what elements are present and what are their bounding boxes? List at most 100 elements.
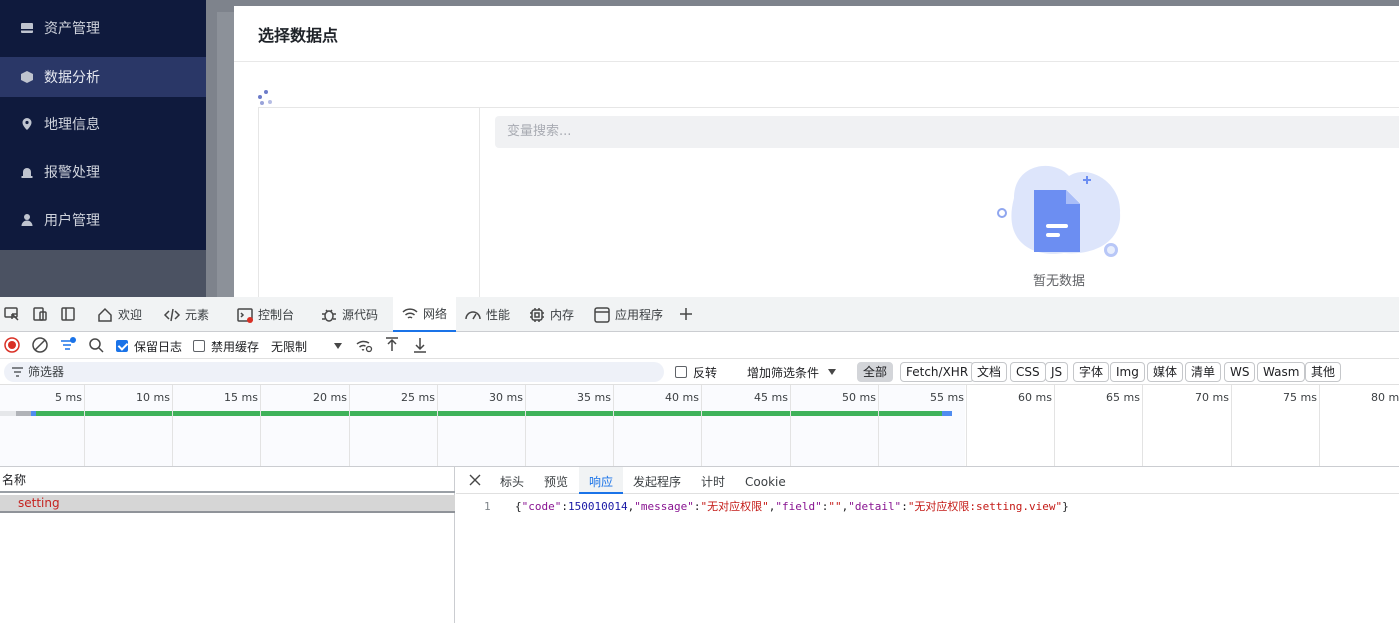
column-header-name[interactable]: 名称 — [0, 467, 455, 493]
tab-label: 控制台 — [258, 308, 295, 322]
sidebar-item-label: 地理信息 — [44, 117, 100, 133]
sidebar-item-data-analysis[interactable]: 数据分析 — [0, 57, 206, 97]
timeline-gridline — [790, 385, 791, 466]
map-pin-icon — [20, 117, 34, 131]
tab-label: 网络 — [423, 307, 448, 321]
filter-chip-media[interactable]: 媒体 — [1147, 362, 1184, 382]
sidebar-item-alarm[interactable]: 报警处理 — [0, 152, 206, 192]
filter-chip-img[interactable]: Img — [1110, 362, 1145, 382]
tab-label: 内存 — [550, 308, 575, 322]
tab-network[interactable]: 网络 — [393, 297, 456, 332]
tab-label: 元素 — [185, 308, 210, 322]
filter-chip-other[interactable]: 其他 — [1305, 362, 1342, 382]
gauge-icon — [465, 310, 481, 319]
loading-spinner-icon — [258, 90, 274, 106]
filter-chip-fetch-xhr[interactable]: Fetch/XHR — [900, 362, 975, 382]
timeline-gridline — [1142, 385, 1143, 466]
filter-chip-manifest[interactable]: 清单 — [1185, 362, 1222, 382]
timeline-tick-label: 50 ms — [842, 391, 876, 404]
tab-elements[interactable]: 元素 — [163, 297, 209, 332]
json-key: "field" — [775, 500, 822, 513]
empty-data-icon — [994, 158, 1124, 268]
preserve-log-checkbox[interactable]: 保留日志 — [116, 337, 182, 355]
clear-icon[interactable] — [31, 336, 49, 354]
timeline-gridline — [525, 385, 526, 466]
filter-settings-icon[interactable] — [59, 336, 77, 354]
filter-chip-wasm[interactable]: Wasm — [1257, 362, 1306, 382]
timeline-tick-label: 55 ms — [930, 391, 964, 404]
network-conditions-icon[interactable] — [355, 336, 373, 354]
sidebar-item-geo-info[interactable]: 地理信息 — [0, 104, 206, 144]
export-har-icon[interactable] — [411, 336, 429, 354]
timeline-tick-label: 20 ms — [313, 391, 347, 404]
response-body[interactable]: {"code":150010014,"message":"无对应权限","fie… — [515, 498, 1069, 516]
json-number: 150010014 — [568, 500, 628, 513]
filter-chip-css[interactable]: CSS — [1010, 362, 1046, 382]
timeline-gridline — [1054, 385, 1055, 466]
timeline-tick-label: 60 ms — [1018, 391, 1052, 404]
close-icon[interactable] — [468, 473, 482, 487]
tab-performance[interactable]: 性能 — [464, 297, 510, 332]
dialog-title: 选择数据点 — [258, 26, 339, 45]
filter-chip-js[interactable]: JS — [1045, 362, 1069, 382]
request-list: 名称 setting — [0, 467, 455, 623]
timeline-gridline — [260, 385, 261, 466]
timeline-gridline — [1231, 385, 1232, 466]
sidebar-item-user-management[interactable]: 用户管理 — [0, 200, 206, 240]
tab-timing[interactable]: 计时 — [691, 467, 735, 494]
app-icon — [594, 306, 610, 323]
request-row[interactable]: setting — [0, 495, 455, 513]
checkbox-unchecked[interactable] — [675, 366, 687, 378]
tab-response[interactable]: 响应 — [579, 467, 624, 494]
variable-search-input[interactable]: 变量搜索... — [495, 116, 1399, 148]
disable-cache-checkbox[interactable]: 禁用缓存 — [193, 337, 259, 355]
filter-icon — [12, 367, 23, 377]
json-string: "" — [828, 500, 842, 513]
dock-side-icon[interactable] — [59, 305, 77, 323]
sidebar-item-asset-management[interactable]: 资产管理 — [0, 8, 206, 48]
timeline-tick-label: 75 ms — [1283, 391, 1317, 404]
tab-label: 欢迎 — [118, 308, 143, 322]
timeline-gridline — [966, 385, 967, 466]
network-toolbar: 保留日志 禁用缓存 无限制 — [0, 332, 1399, 359]
tab-welcome[interactable]: 欢迎 — [96, 297, 142, 332]
import-har-icon[interactable] — [383, 336, 401, 354]
alarm-icon — [20, 165, 34, 179]
filter-chip-all[interactable]: 全部 — [857, 362, 894, 382]
checkbox-checked[interactable] — [116, 340, 128, 352]
divider — [234, 61, 1399, 62]
wifi-icon — [402, 307, 418, 319]
bug-icon — [322, 308, 336, 322]
devtools-panel: 欢迎 元素 控制台 源代码 网络 性能 内存 应用程序 保留日志 禁用缓存 无限… — [0, 297, 1399, 623]
tab-application[interactable]: 应用程序 — [593, 297, 663, 332]
filter-chip-doc[interactable]: 文档 — [971, 362, 1008, 382]
tab-preview[interactable]: 预览 — [534, 467, 578, 494]
tab-headers[interactable]: 标头 — [490, 467, 534, 494]
timeline-gridline — [878, 385, 879, 466]
inspect-element-icon[interactable] — [3, 305, 21, 323]
add-filter-dropdown[interactable]: 增加筛选条件 — [747, 363, 837, 381]
device-toolbar-icon[interactable] — [31, 305, 49, 323]
tab-label: 应用程序 — [615, 308, 664, 322]
tab-cookie[interactable]: Cookie — [735, 467, 796, 494]
tab-memory[interactable]: 内存 — [528, 297, 574, 332]
throttling-value: 无限制 — [271, 339, 308, 354]
stop-recording-icon[interactable] — [3, 336, 21, 354]
filter-chip-font[interactable]: 字体 — [1073, 362, 1110, 382]
tab-sources[interactable]: 源代码 — [320, 297, 378, 332]
tab-console[interactable]: 控制台 — [236, 297, 294, 332]
json-key: "detail" — [848, 500, 902, 513]
filter-input[interactable]: 筛选器 — [4, 362, 664, 382]
json-string: "无对应权限:setting.view" — [907, 500, 1063, 513]
throttling-select[interactable]: 无限制 — [271, 337, 351, 355]
add-tab-icon[interactable] — [677, 305, 695, 323]
network-timeline-overview[interactable]: 5 ms 10 ms 15 ms 20 ms 25 ms 30 ms 35 ms 40 ms 4… — [0, 385, 1399, 467]
chip-icon — [530, 307, 544, 322]
invert-checkbox[interactable]: 反转 — [675, 363, 717, 381]
tab-initiator[interactable]: 发起程序 — [623, 467, 691, 494]
tree-panel[interactable] — [258, 107, 480, 297]
timeline-bar-queued — [0, 411, 16, 416]
checkbox-unchecked[interactable] — [193, 340, 205, 352]
search-icon[interactable] — [87, 336, 105, 354]
filter-chip-ws[interactable]: WS — [1224, 362, 1256, 382]
